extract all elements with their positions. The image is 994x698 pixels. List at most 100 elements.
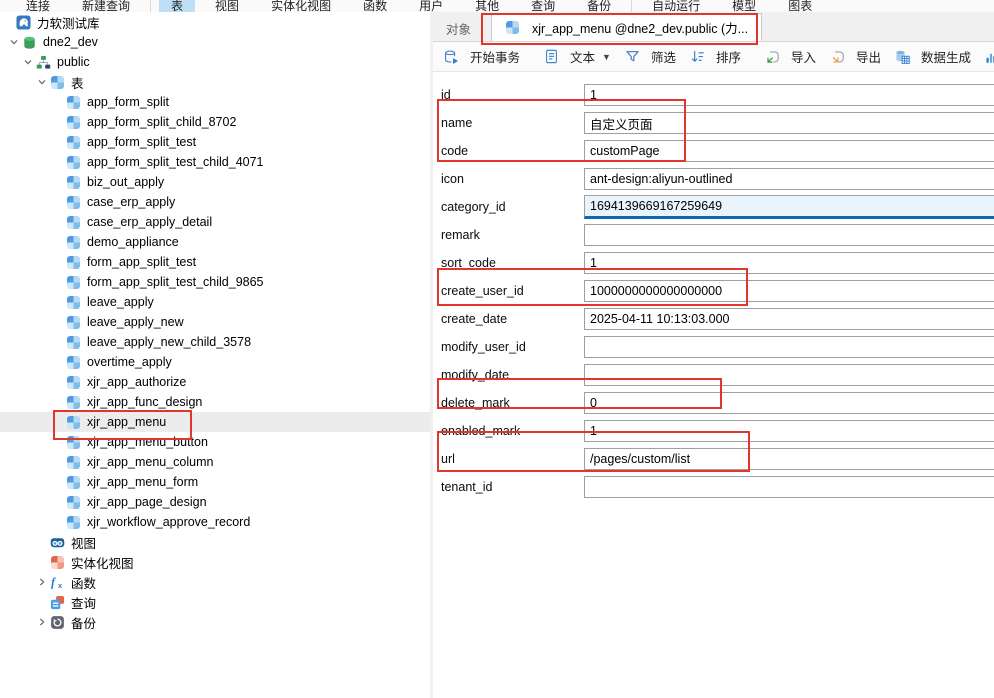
tab-bar: 对象 xjr_app_menu @dne2_dev.public (力...	[433, 12, 994, 42]
field-label-icon: icon	[441, 172, 584, 186]
functions-icon: fx	[50, 575, 65, 590]
tree-item-xjr_app_authorize[interactable]: xjr_app_authorize	[0, 372, 430, 392]
dropdown-caret-icon[interactable]: ▼	[602, 52, 611, 62]
tree-item-查询[interactable]: 查询	[0, 592, 430, 612]
筛选-button[interactable]: 筛选	[618, 44, 683, 69]
field-label-code: code	[441, 144, 584, 158]
field-label-url: url	[441, 452, 584, 466]
tree-item-app_form_split_child_8702[interactable]: app_form_split_child_8702	[0, 112, 430, 132]
tree-item-leave_apply_new_child_3578[interactable]: leave_apply_new_child_3578	[0, 332, 430, 352]
table-icon	[66, 295, 81, 310]
table-icon	[66, 155, 81, 170]
table-icon	[66, 135, 81, 150]
tree-item-app_form_split_test[interactable]: app_form_split_test	[0, 132, 430, 152]
创建图表-button[interactable]: 创建图表	[978, 44, 994, 69]
field-value-code[interactable]: customPage	[584, 140, 994, 162]
field-value-modify_date[interactable]	[584, 364, 994, 386]
tree-item-case_erp_apply[interactable]: case_erp_apply	[0, 192, 430, 212]
tree-item-实体化视图[interactable]: 实体化视图	[0, 552, 430, 572]
tab-objects[interactable]: 对象	[433, 15, 484, 41]
chevron-right-icon[interactable]	[34, 575, 50, 589]
tree-item-app_form_split_test_child_4071[interactable]: app_form_split_test_child_4071	[0, 152, 430, 172]
tree-item-xjr_app_menu_column[interactable]: xjr_app_menu_column	[0, 452, 430, 472]
table-icon	[66, 335, 81, 350]
tree-item-dne2_dev[interactable]: dne2_dev	[0, 32, 430, 52]
tree-item-label: app_form_split_child_8702	[87, 115, 236, 129]
tree-item-label: xjr_app_menu_column	[87, 455, 213, 469]
tree-item-public[interactable]: public	[0, 52, 430, 72]
chevron-down-icon[interactable]	[34, 75, 50, 89]
field-value-sort_code[interactable]: 1	[584, 252, 994, 274]
tree-item-力软测试库[interactable]: 力软测试库	[0, 12, 430, 32]
chevron-right-icon[interactable]	[34, 615, 50, 629]
tree-item-xjr_app_menu_form[interactable]: xjr_app_menu_form	[0, 472, 430, 492]
文本-button[interactable]: 文本▼	[537, 44, 618, 69]
field-value-url[interactable]: /pages/custom/list	[584, 448, 994, 470]
tree-item-视图[interactable]: 视图	[0, 532, 430, 552]
field-value-modify_user_id[interactable]	[584, 336, 994, 358]
tree-item-label: xjr_app_page_design	[87, 495, 207, 509]
field-value-create_user_id[interactable]: 1000000000000000000	[584, 280, 994, 302]
field-value-enabled_mark[interactable]: 1	[584, 420, 994, 442]
field-label-enabled_mark: enabled_mark	[441, 424, 584, 438]
table-icon	[66, 435, 81, 450]
排序-button[interactable]: 排序	[683, 44, 748, 69]
field-value-create_date[interactable]: 2025-04-11 10:13:03.000	[584, 308, 994, 330]
chevron-down-icon[interactable]	[20, 55, 36, 69]
field-value-name[interactable]: 自定义页面	[584, 112, 994, 134]
tree-item-xjr_app_menu_button[interactable]: xjr_app_menu_button	[0, 432, 430, 452]
field-value-category_id[interactable]: 1694139669167259649	[584, 195, 994, 219]
field-label-category_id: category_id	[441, 200, 584, 214]
chevron-spacer	[34, 535, 50, 549]
field-row-id: id1	[433, 81, 994, 109]
tree-item-biz_out_apply[interactable]: biz_out_apply	[0, 172, 430, 192]
table-icon	[66, 455, 81, 470]
tree-item-label: xjr_app_func_design	[87, 395, 202, 409]
tree-item-xjr_app_func_design[interactable]: xjr_app_func_design	[0, 392, 430, 412]
table-icon	[66, 375, 81, 390]
tree-item-label: 力软测试库	[37, 13, 100, 32]
field-row-create_user_id: create_user_id1000000000000000000	[433, 277, 994, 305]
tree-item-overtime_apply[interactable]: overtime_apply	[0, 352, 430, 372]
field-label-remark: remark	[441, 228, 584, 242]
tree-item-备份[interactable]: 备份	[0, 612, 430, 632]
button-label: 筛选	[651, 47, 676, 66]
tab-active-label: xjr_app_menu @dne2_dev.public (力...	[532, 18, 748, 37]
tables-folder-icon	[50, 75, 65, 90]
tree-item-form_app_split_test_child_9865[interactable]: form_app_split_test_child_9865	[0, 272, 430, 292]
begin-transaction-icon	[444, 49, 459, 64]
record-form-view: id1 name自定义页面codecustomPageiconant-design…	[433, 72, 994, 501]
field-value-id[interactable]: 1	[584, 84, 994, 106]
tree-item-leave_apply[interactable]: leave_apply	[0, 292, 430, 312]
tree-item-label: xjr_app_menu_form	[87, 475, 198, 489]
field-value-tenant_id[interactable]	[584, 476, 994, 498]
tree-item-xjr_app_menu[interactable]: xjr_app_menu	[0, 412, 430, 432]
导出-button[interactable]: 导出	[823, 44, 888, 69]
tree-item-xjr_app_page_design[interactable]: xjr_app_page_design	[0, 492, 430, 512]
tree-item-xjr_workflow_approve_record[interactable]: xjr_workflow_approve_record	[0, 512, 430, 532]
tree-item-demo_appliance[interactable]: demo_appliance	[0, 232, 430, 252]
field-value-icon[interactable]: ant-design:aliyun-outlined	[584, 168, 994, 190]
field-row-create_date: create_date2025-04-11 10:13:03.000	[433, 305, 994, 333]
tab-active-table[interactable]: xjr_app_menu @dne2_dev.public (力...	[491, 13, 762, 41]
field-label-sort_code: sort_code	[441, 256, 584, 270]
tree-item-form_app_split_test[interactable]: form_app_split_test	[0, 252, 430, 272]
table-icon	[66, 415, 81, 430]
field-label-name: name	[441, 116, 584, 130]
table-icon	[66, 95, 81, 110]
tree-item-leave_apply_new[interactable]: leave_apply_new	[0, 312, 430, 332]
database-icon	[22, 35, 37, 50]
数据生成-button[interactable]: 数据生成	[888, 44, 978, 69]
tree-item-函数[interactable]: fx函数	[0, 572, 430, 592]
tree-item-label: xjr_app_menu_button	[87, 435, 208, 449]
开始事务-button[interactable]: 开始事务	[437, 44, 527, 69]
tree-item-表[interactable]: 表	[0, 72, 430, 92]
tree-item-case_erp_apply_detail[interactable]: case_erp_apply_detail	[0, 212, 430, 232]
field-row-delete_mark: delete_mark0	[433, 389, 994, 417]
field-value-remark[interactable]	[584, 224, 994, 246]
field-value-delete_mark[interactable]: 0	[584, 392, 994, 414]
materialized-views-icon	[50, 555, 65, 570]
tree-item-app_form_split[interactable]: app_form_split	[0, 92, 430, 112]
chevron-down-icon[interactable]	[6, 35, 22, 49]
导入-button[interactable]: 导入	[758, 44, 823, 69]
